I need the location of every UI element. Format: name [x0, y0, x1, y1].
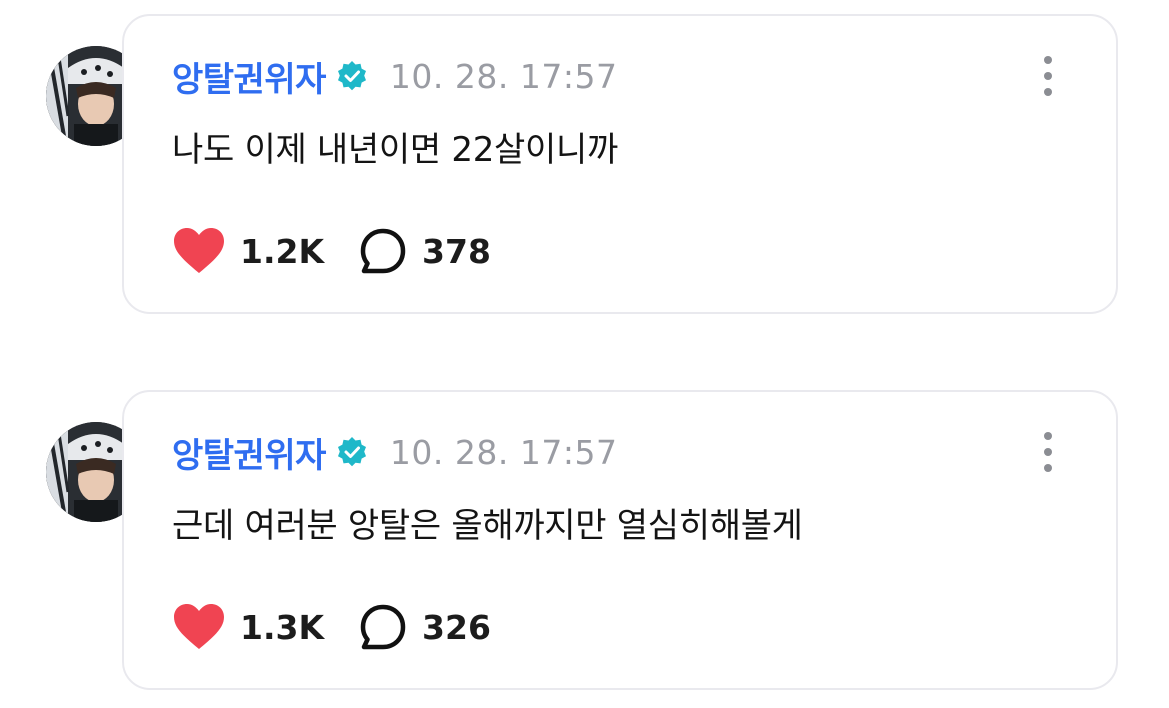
comment-count: 378	[422, 231, 491, 271]
heart-icon	[172, 602, 226, 652]
speech-bubble-icon	[358, 602, 408, 652]
like-count: 1.3K	[240, 607, 325, 647]
feed: 앙탈권위자 10. 28. 17:57 나도 이제 내년이면 22살이니까 1.…	[0, 0, 1169, 708]
heart-icon	[172, 226, 226, 276]
post-header: 앙탈권위자 10. 28. 17:57	[172, 52, 618, 101]
author-name[interactable]: 앙탈권위자	[172, 428, 326, 477]
speech-bubble-icon	[358, 226, 408, 276]
comment-button[interactable]: 378	[358, 226, 491, 276]
verified-badge-icon	[336, 436, 368, 468]
post-timestamp: 10. 28. 17:57	[389, 432, 618, 472]
like-count: 1.2K	[240, 231, 325, 271]
more-vertical-icon	[1044, 56, 1052, 64]
comment-count: 326	[422, 607, 491, 647]
post-card[interactable]: 앙탈권위자 10. 28. 17:57 나도 이제 내년이면 22살이니까 1.…	[122, 14, 1118, 314]
post-card[interactable]: 앙탈권위자 10. 28. 17:57 근데 여러분 앙탈은 올해까지만 열심히…	[122, 390, 1118, 690]
post-actions: 1.2K 378	[172, 226, 491, 276]
more-options-button[interactable]	[1036, 56, 1060, 96]
author-name[interactable]: 앙탈권위자	[172, 52, 326, 101]
post-actions: 1.3K 326	[172, 602, 491, 652]
verified-badge-icon	[336, 60, 368, 92]
post-timestamp: 10. 28. 17:57	[389, 56, 618, 96]
more-options-button[interactable]	[1036, 432, 1060, 472]
like-button[interactable]: 1.3K	[172, 602, 324, 652]
more-vertical-icon	[1044, 432, 1052, 440]
post-header: 앙탈권위자 10. 28. 17:57	[172, 428, 618, 477]
post-text: 나도 이제 내년이면 22살이니까	[172, 130, 618, 170]
comment-button[interactable]: 326	[358, 602, 491, 652]
post-text: 근데 여러분 앙탈은 올해까지만 열심히해볼게	[172, 506, 803, 546]
like-button[interactable]: 1.2K	[172, 226, 324, 276]
